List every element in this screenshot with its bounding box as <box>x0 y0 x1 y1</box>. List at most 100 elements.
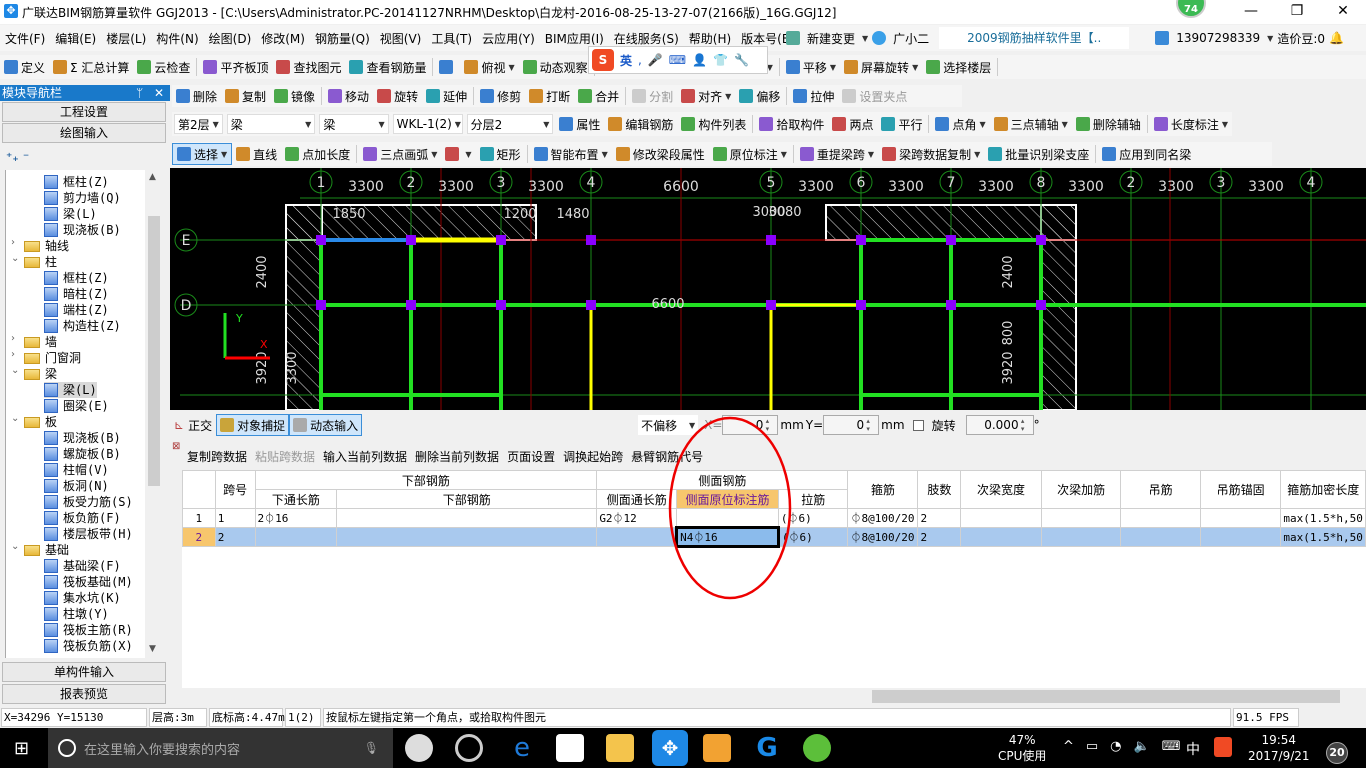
table-cell[interactable] <box>336 527 598 547</box>
table-cell[interactable] <box>1199 527 1282 547</box>
toolbar-button[interactable]: 原位标注 ▼ <box>709 143 791 165</box>
toolbar-button[interactable]: 长度标注 ▼ <box>1150 113 1232 135</box>
toolbar-button[interactable]: 选择 ▼ <box>172 143 233 165</box>
grid-toolbar-button[interactable]: 输入当前列数据 <box>319 448 411 465</box>
table-cell[interactable]: 2⏀16 <box>254 508 338 528</box>
toolbar-button[interactable]: 重提梁跨 ▼ <box>796 143 878 165</box>
toolbar-button[interactable]: 打断 <box>525 85 574 107</box>
pin-icon[interactable]: ᛘ <box>136 85 143 101</box>
chevron-right-icon[interactable]: › <box>11 333 15 344</box>
tree-scrollbar[interactable]: ▲ ▼ <box>146 170 162 658</box>
table-cell[interactable] <box>960 508 1042 528</box>
tree-item[interactable]: 板洞(N) <box>44 478 109 494</box>
mic-icon[interactable]: 🎤 <box>648 53 663 67</box>
tree-item[interactable]: 端柱(Z) <box>44 302 109 318</box>
toolbar-button[interactable]: 两点 <box>828 113 877 135</box>
drawing-canvas[interactable]: 1 2 3 4 5 6 7 8 2 3 4 3300 3300 3300 6600 3300 3300 3300 3… <box>170 168 1366 410</box>
dropdown-arrow-icon[interactable]: ▼ <box>979 120 985 129</box>
file-explorer-icon[interactable] <box>606 734 634 762</box>
chevron-down-icon[interactable]: ⌄ <box>11 253 19 264</box>
toolbar-button[interactable]: 查看钢筋量 <box>345 56 430 78</box>
taskbar-app-fan-icon[interactable] <box>405 734 433 762</box>
menu-item[interactable]: 绘图(D) <box>204 30 257 47</box>
menu-item[interactable]: 工具(T) <box>426 30 477 47</box>
table-cell[interactable]: 2 <box>917 508 962 528</box>
toolbar-button[interactable]: Σ 汇总计算 <box>49 56 133 78</box>
chevron-down-icon[interactable]: ⌄ <box>11 413 19 424</box>
toolbar-button[interactable]: 延伸 <box>422 85 471 107</box>
dropdown-arrow-icon[interactable]: ▼ <box>431 150 437 159</box>
dropdown-arrow-icon[interactable]: ▼ <box>221 150 227 159</box>
tree-item[interactable]: 筏板基础(M) <box>44 574 133 590</box>
punct-icon[interactable]: , <box>638 53 642 67</box>
notification-count[interactable]: 20 <box>1326 742 1348 764</box>
dropdown-arrow-icon[interactable]: ▼ <box>912 63 918 72</box>
scroll-thumb[interactable] <box>148 216 160 486</box>
notes-app-icon[interactable] <box>703 734 731 762</box>
chevron-down-icon[interactable]: ⌄ <box>11 541 19 552</box>
chevron-right-icon[interactable]: › <box>11 237 15 248</box>
single-input-button[interactable]: 单构件输入 <box>2 662 166 682</box>
tree-item[interactable]: 柱帽(V) <box>44 462 109 478</box>
tray-icons[interactable]: ^▭◔🔈⌨ <box>1063 739 1192 754</box>
dropdown-arrow-icon[interactable]: ▼ <box>602 150 608 159</box>
snap-toggle[interactable]: 对象捕捉 <box>216 414 290 436</box>
windows-start-icon[interactable]: ⊞ <box>14 738 29 759</box>
toolbar-button[interactable]: 三点画弧 ▼ <box>359 143 441 165</box>
toolbar-button[interactable]: 选择楼层 <box>922 56 995 78</box>
scroll-up-icon[interactable]: ▲ <box>149 172 156 182</box>
sogou-logo[interactable]: S <box>592 49 614 71</box>
grid-toolbar-button[interactable]: 删除当前列数据 <box>411 448 503 465</box>
toolbar-button[interactable]: 应用到同名梁 <box>1098 143 1195 165</box>
tree-item[interactable]: 集水坑(K) <box>44 590 121 606</box>
rotate-checkbox[interactable] <box>912 419 924 431</box>
chevron-down-icon[interactable]: ⌄ <box>11 365 19 376</box>
toolbar-button[interactable]: 分割 <box>628 85 677 107</box>
menu-item[interactable]: 钢筋量(Q) <box>310 30 375 47</box>
grid-toolbar-button[interactable]: 粘贴跨数据 <box>251 448 319 465</box>
user-icon[interactable]: 👤 <box>692 53 707 67</box>
tree-item[interactable]: 构造柱(Z) <box>44 318 121 334</box>
toolbar-button[interactable]: 梁跨数据复制 ▼ <box>878 143 984 165</box>
ortho-toggle[interactable]: 正交 <box>188 417 212 434</box>
toolbar-button[interactable]: 平齐板顶 <box>199 56 272 78</box>
tree-item[interactable]: 现浇板(B) <box>44 430 121 446</box>
perf-badge[interactable]: 74 <box>1176 0 1206 18</box>
microphone-icon[interactable]: 🎙 <box>364 741 379 755</box>
toolbar-select[interactable]: 梁 ▼ <box>319 114 389 134</box>
edge-icon[interactable]: e <box>508 734 536 762</box>
tree-item[interactable]: 框柱(Z) <box>44 174 109 190</box>
tree-item[interactable]: 螺旋板(B) <box>44 446 121 462</box>
tree-item[interactable]: 梁(L) <box>44 382 97 398</box>
assistant-button[interactable]: 广小二 <box>893 30 929 47</box>
tree-item[interactable]: 圈梁(E) <box>44 398 109 414</box>
toolbar-button[interactable]: 合并 <box>574 85 623 107</box>
grid-toolbar-button[interactable]: 复制跨数据 <box>183 448 251 465</box>
g-app-icon[interactable]: G <box>753 734 781 762</box>
toolbar-select[interactable]: 第2层 ▼ <box>174 114 223 134</box>
toolbar-button[interactable]: 设置夹点 <box>838 85 911 107</box>
chevron-right-icon[interactable]: › <box>11 349 15 360</box>
toolbar-button[interactable]: 旋转 <box>373 85 422 107</box>
toolbar-select[interactable]: 梁 ▼ <box>226 114 316 134</box>
toolbar-button[interactable]: 构件列表 <box>677 113 750 135</box>
menu-item[interactable]: 楼层(L) <box>101 30 151 47</box>
menu-item[interactable]: 文件(F) <box>0 30 50 47</box>
dropdown-arrow-icon[interactable]: ▼ <box>725 92 731 101</box>
tree-item[interactable]: 筏板负筋(X) <box>44 638 133 654</box>
search-placeholder[interactable]: 在这里输入你要搜索的内容 <box>84 739 240 758</box>
toolbar-select[interactable]: 分层2 ▼ <box>466 114 554 134</box>
menu-item[interactable]: 在线服务(S) <box>609 30 684 47</box>
toolbar-button[interactable]: 删除 <box>172 85 221 107</box>
tree-folder[interactable]: 轴线 <box>24 238 69 254</box>
panel-close-icon[interactable]: ⊠ <box>172 441 180 452</box>
toolbar-button[interactable]: 俯视 ▼ <box>460 56 518 78</box>
toolbar-button[interactable]: 属性 <box>555 113 604 135</box>
toolbar-button[interactable]: 直线 <box>232 143 281 165</box>
taskbar-search[interactable]: 在这里输入你要搜索的内容 🎙 <box>48 728 393 768</box>
tree-item[interactable]: 筏板主筋(R) <box>44 622 133 638</box>
table-cell[interactable] <box>1120 527 1201 547</box>
toolbar-button[interactable]: 对齐 ▼ <box>677 85 735 107</box>
toolbar-button[interactable]: 镜像 <box>270 85 319 107</box>
tree-item[interactable]: 基础梁(F) <box>44 558 121 574</box>
